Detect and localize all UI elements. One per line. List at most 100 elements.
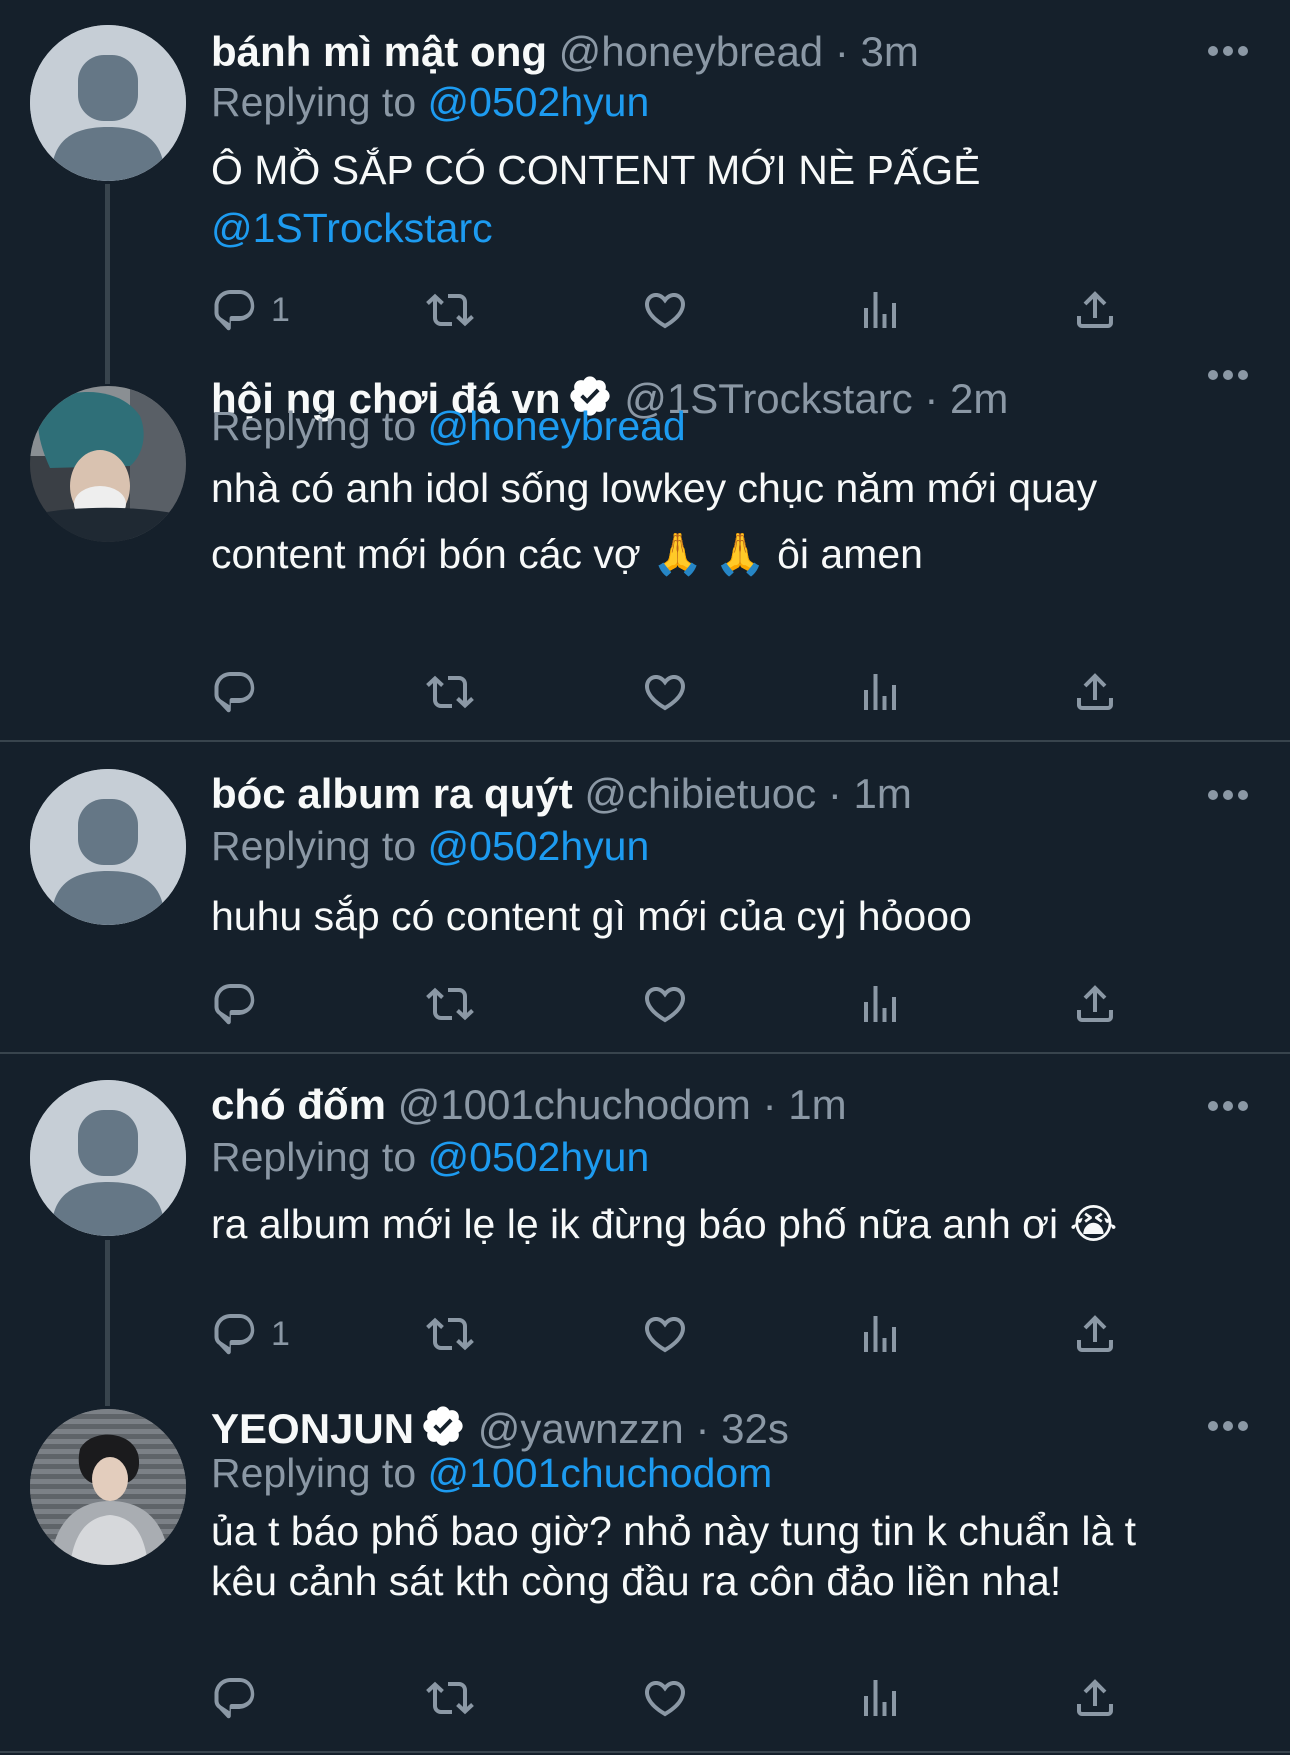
retweet-icon xyxy=(426,1674,474,1722)
timestamp[interactable]: 32s xyxy=(721,1405,789,1452)
tweet-text-line: content mới bón các vợ 🙏 🙏 ôi amen xyxy=(211,531,923,577)
retweet-button[interactable] xyxy=(426,1304,474,1364)
user-handle[interactable]: @yawnzzn xyxy=(478,1405,684,1452)
action-bar xyxy=(211,662,1211,722)
display-name[interactable]: YEONJUN xyxy=(211,1405,414,1452)
tweet[interactable]: YEONJUN @yawnzzn · 32s Replying to @1001… xyxy=(0,1403,1290,1751)
share-button[interactable] xyxy=(1071,974,1119,1034)
share-button[interactable] xyxy=(1071,1304,1119,1364)
more-icon[interactable] xyxy=(1206,788,1250,802)
user-handle[interactable]: @honeybread xyxy=(559,28,824,75)
user-handle[interactable]: @chibietuoc xyxy=(584,770,816,817)
reply-to-mention[interactable]: @0502hyun xyxy=(428,79,650,125)
reply-to-mention[interactable]: @honeybread xyxy=(428,403,686,449)
heart-icon xyxy=(641,286,689,334)
tweet[interactable]: chó đốm @1001chuchodom · 1m Replying to … xyxy=(0,1054,1290,1406)
share-button[interactable] xyxy=(1071,280,1119,340)
replying-to: Replying to @0502hyun xyxy=(211,78,649,126)
replying-label: Replying to xyxy=(211,823,417,869)
replying-to: Replying to @0502hyun xyxy=(211,822,649,870)
tweet-text: Ô MỒ SẮP CÓ CONTENT MỚI NÈ PẤGẺ @1STrock… xyxy=(211,141,1231,257)
reply-icon xyxy=(211,286,259,334)
like-button[interactable] xyxy=(641,974,689,1034)
retweet-button[interactable] xyxy=(426,280,474,340)
avatar[interactable] xyxy=(30,386,186,542)
tweet-text: nhà có anh idol sống lowkey chục năm mới… xyxy=(211,455,1231,587)
verified-badge-icon xyxy=(420,1403,466,1449)
reply-icon xyxy=(211,668,259,716)
more-icon[interactable] xyxy=(1206,1419,1250,1433)
action-bar xyxy=(211,974,1211,1034)
tweet-text-line: huhu sắp có content gì mới của cyj hỏooo xyxy=(211,893,972,939)
retweet-icon xyxy=(426,980,474,1028)
reply-to-mention[interactable]: @0502hyun xyxy=(428,1134,650,1180)
share-icon xyxy=(1071,1310,1119,1358)
tweet-text-line: Ô MỒ SẮP CÓ CONTENT MỚI NÈ PẤGẺ xyxy=(211,147,981,193)
like-button[interactable] xyxy=(641,1304,689,1364)
display-name[interactable]: chó đốm xyxy=(211,1081,386,1128)
views-button[interactable] xyxy=(856,662,904,722)
heart-icon xyxy=(641,668,689,716)
reply-button[interactable] xyxy=(211,1668,271,1728)
timestamp[interactable]: 3m xyxy=(861,28,919,75)
views-button[interactable] xyxy=(856,1668,904,1728)
replying-to: Replying to @1001chuchodom xyxy=(211,1449,772,1497)
more-icon[interactable] xyxy=(1206,44,1250,58)
replying-to: Replying to @honeybread xyxy=(211,402,686,450)
share-button[interactable] xyxy=(1071,1668,1119,1728)
reply-button[interactable] xyxy=(211,974,271,1034)
share-icon xyxy=(1071,286,1119,334)
display-name[interactable]: bánh mì mật ong xyxy=(211,28,547,75)
share-icon xyxy=(1071,668,1119,716)
views-button[interactable] xyxy=(856,280,904,340)
tweet[interactable]: bóc album ra quýt @chibietuoc · 1m Reply… xyxy=(0,742,1290,1052)
views-button[interactable] xyxy=(856,974,904,1034)
reply-icon xyxy=(211,1674,259,1722)
replying-label: Replying to xyxy=(211,1450,417,1496)
avatar[interactable] xyxy=(30,25,186,181)
replying-to: Replying to @0502hyun xyxy=(211,1133,649,1181)
display-name[interactable]: bóc album ra quýt xyxy=(211,770,573,817)
text-mention[interactable]: @1STrockstarc xyxy=(211,199,1231,257)
tweet-header: YEONJUN @yawnzzn · 32s xyxy=(211,1403,789,1452)
reply-button[interactable]: 1 xyxy=(211,1304,290,1364)
tweet-text: ủa t báo phố bao giờ? nhỏ này tung tin k… xyxy=(211,1506,1231,1606)
timestamp[interactable]: 2m xyxy=(950,375,1008,422)
avatar[interactable] xyxy=(30,1409,186,1565)
tweet-text-line: ủa t báo phố bao giờ? nhỏ này tung tin k… xyxy=(211,1508,1137,1554)
retweet-button[interactable] xyxy=(426,662,474,722)
avatar[interactable] xyxy=(30,769,186,925)
replying-label: Replying to xyxy=(211,403,417,449)
user-handle[interactable]: @1001chuchodom xyxy=(398,1081,751,1128)
views-icon xyxy=(856,980,904,1028)
reply-to-mention[interactable]: @0502hyun xyxy=(428,823,650,869)
avatar[interactable] xyxy=(30,1080,186,1236)
action-bar: 1 xyxy=(211,280,1211,340)
tweet[interactable]: bánh mì mật ong @honeybread · 3m Replyin… xyxy=(0,0,1290,380)
reply-icon xyxy=(211,980,259,1028)
reply-button[interactable]: 1 xyxy=(211,280,290,340)
timestamp[interactable]: 1m xyxy=(854,770,912,817)
tweet-text-line: kêu cảnh sát kth còng đầu ra côn đảo liề… xyxy=(211,1558,1062,1604)
reply-button[interactable] xyxy=(211,662,271,722)
like-button[interactable] xyxy=(641,662,689,722)
share-button[interactable] xyxy=(1071,662,1119,722)
like-button[interactable] xyxy=(641,280,689,340)
share-icon xyxy=(1071,980,1119,1028)
tweet[interactable]: hội ng chơi đá vn @1STrockstarc · 2m Rep… xyxy=(0,380,1290,740)
like-button[interactable] xyxy=(641,1668,689,1728)
more-icon[interactable] xyxy=(1206,1099,1250,1113)
retweet-button[interactable] xyxy=(426,1668,474,1728)
views-icon xyxy=(856,668,904,716)
more-icon[interactable] xyxy=(1206,368,1250,382)
reply-count: 1 xyxy=(271,290,290,329)
views-icon xyxy=(856,1674,904,1722)
timestamp[interactable]: 1m xyxy=(788,1081,846,1128)
retweet-button[interactable] xyxy=(426,974,474,1034)
views-button[interactable] xyxy=(856,1304,904,1364)
heart-icon xyxy=(641,980,689,1028)
tweet-text: huhu sắp có content gì mới của cyj hỏooo xyxy=(211,887,1231,945)
heart-icon xyxy=(641,1310,689,1358)
retweet-icon xyxy=(426,286,474,334)
reply-to-mention[interactable]: @1001chuchodom xyxy=(428,1450,773,1496)
